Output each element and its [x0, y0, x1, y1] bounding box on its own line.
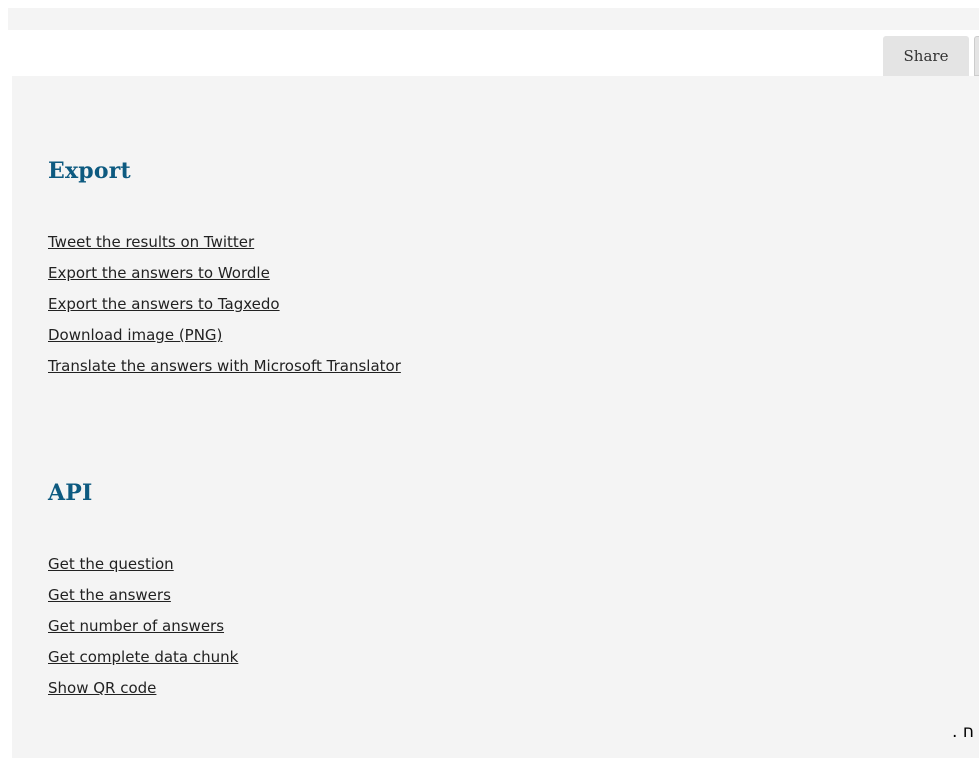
download-png-link[interactable]: Download image (PNG)	[48, 326, 222, 344]
list-item: Export the answers to Tagxedo	[48, 295, 401, 326]
share-button[interactable]: Share	[883, 36, 969, 76]
list-item: Show QR code	[48, 679, 238, 710]
export-section: Export Tweet the results on Twitter Expo…	[48, 156, 401, 388]
get-answer-count-link[interactable]: Get number of answers	[48, 617, 224, 635]
api-section: API Get the question Get the answers Get…	[48, 478, 238, 710]
get-data-chunk-link[interactable]: Get complete data chunk	[48, 648, 238, 666]
list-item: Export the answers to Wordle	[48, 264, 401, 295]
tweet-results-link[interactable]: Tweet the results on Twitter	[48, 233, 254, 251]
export-wordle-link[interactable]: Export the answers to Wordle	[48, 264, 270, 282]
export-link-list: Tweet the results on Twitter Export the …	[48, 233, 401, 388]
export-tagxedo-link[interactable]: Export the answers to Tagxedo	[48, 295, 280, 313]
next-tab-button[interactable]	[974, 36, 979, 76]
list-item: Download image (PNG)	[48, 326, 401, 357]
get-answers-link[interactable]: Get the answers	[48, 586, 171, 604]
top-band	[8, 8, 979, 30]
top-strip	[0, 0, 979, 8]
show-qr-code-link[interactable]: Show QR code	[48, 679, 156, 697]
list-item: Tweet the results on Twitter	[48, 233, 401, 264]
list-item: Translate the answers with Microsoft Tra…	[48, 357, 401, 388]
api-link-list: Get the question Get the answers Get num…	[48, 555, 238, 710]
toolbar	[0, 30, 979, 76]
list-item: Get the answers	[48, 586, 238, 617]
translate-answers-link[interactable]: Translate the answers with Microsoft Tra…	[48, 357, 401, 375]
list-item: Get complete data chunk	[48, 648, 238, 679]
list-item: Get number of answers	[48, 617, 238, 648]
export-title: Export	[48, 158, 131, 184]
api-title: API	[48, 480, 93, 506]
get-question-link[interactable]: Get the question	[48, 555, 174, 573]
list-item: Get the question	[48, 555, 238, 586]
corner-text: . ח	[952, 722, 974, 742]
